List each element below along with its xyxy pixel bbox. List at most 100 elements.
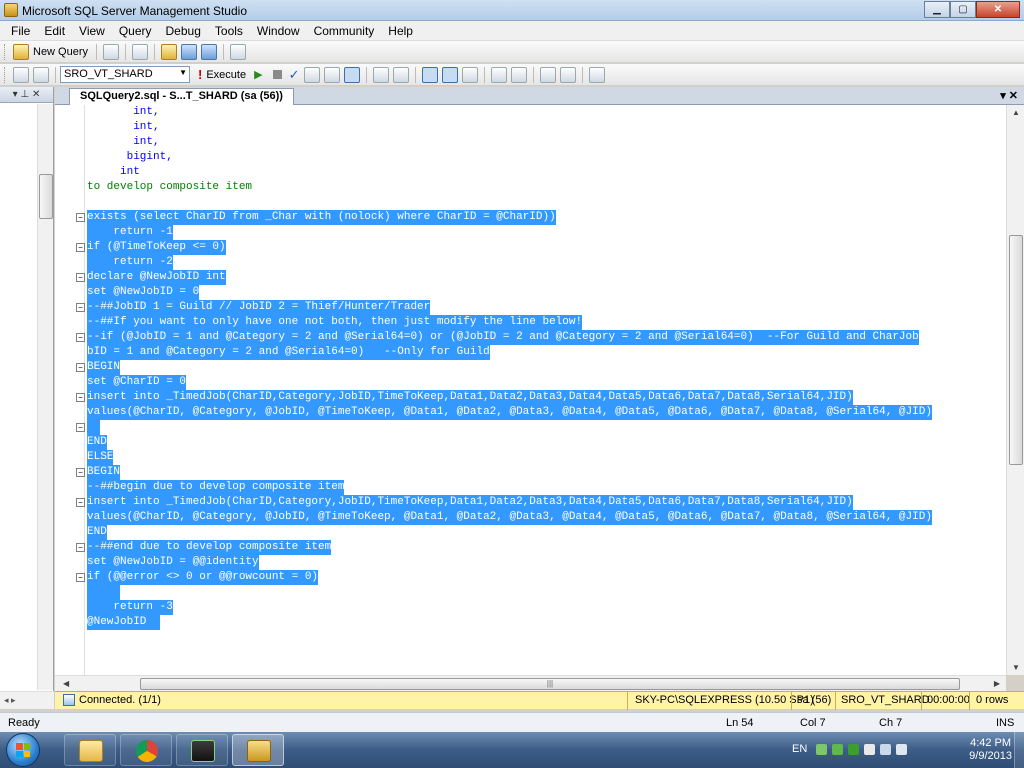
toolbar-separator xyxy=(96,43,98,60)
network-icon[interactable] xyxy=(880,744,891,755)
network-sharing-icon[interactable] xyxy=(816,744,827,755)
save-all-icon[interactable] xyxy=(201,43,218,60)
code-line: --if (@JobID = 1 and @Category = 2 and @… xyxy=(87,330,919,345)
client-statistics-icon[interactable] xyxy=(393,66,410,83)
taskbar-monitor[interactable] xyxy=(176,734,228,766)
collapse-region-icon[interactable]: − xyxy=(76,543,85,552)
taskbar-ssms[interactable] xyxy=(232,734,284,766)
standard-toolbar: New Query xyxy=(0,41,1024,63)
minimize-button[interactable]: ▁ xyxy=(924,1,950,18)
scroll-right-icon[interactable]: ▶ xyxy=(994,679,1000,688)
specify-template-values-icon[interactable] xyxy=(589,66,606,83)
decrease-indent-icon[interactable] xyxy=(540,66,557,83)
menu-debug[interactable]: Debug xyxy=(159,24,208,38)
comment-out-icon[interactable] xyxy=(491,66,508,83)
collapse-region-icon[interactable]: − xyxy=(76,363,85,372)
toolbar-separator xyxy=(154,43,156,60)
tab-sqlquery2[interactable]: SQLQuery2.sql - S...T_SHARD (sa (56)) xyxy=(69,88,294,105)
collapse-region-icon[interactable]: − xyxy=(76,573,85,582)
menu-file[interactable]: File xyxy=(4,24,37,38)
editor-vertical-scrollbar[interactable]: ▲ ▼ xyxy=(1006,105,1024,675)
uncomment-icon[interactable] xyxy=(511,66,528,83)
taskbar-chrome[interactable] xyxy=(120,734,172,766)
tray-app-icon[interactable] xyxy=(848,744,859,755)
code-line: --##If you want to only have one not bot… xyxy=(87,315,583,330)
scroll-down-icon[interactable]: ▼ xyxy=(1012,663,1020,672)
scrollbar-thumb[interactable]: ||| xyxy=(140,678,960,690)
connect-icon[interactable] xyxy=(13,66,29,83)
menu-community[interactable]: Community xyxy=(307,24,382,38)
collapse-region-icon[interactable]: − xyxy=(76,303,85,312)
scrollbar-thumb[interactable] xyxy=(1009,235,1023,465)
close-button[interactable]: ✕ xyxy=(976,1,1020,18)
collapse-region-icon[interactable]: − xyxy=(76,333,85,342)
results-to-file-icon[interactable] xyxy=(462,66,479,83)
toolbar-grip[interactable] xyxy=(4,43,7,60)
code-line: --##JobID 1 = Guild // JobID 2 = Thief/H… xyxy=(87,300,431,315)
execute-icon[interactable]: ! xyxy=(198,67,202,82)
start-button[interactable] xyxy=(6,733,40,767)
collapse-region-icon[interactable]: − xyxy=(76,498,85,507)
collapse-region-icon[interactable]: − xyxy=(76,243,85,252)
menu-edit[interactable]: Edit xyxy=(37,24,72,38)
activity-monitor-icon[interactable] xyxy=(230,43,247,60)
collapse-region-icon[interactable]: − xyxy=(76,273,85,282)
object-explorer-horizontal-scrollbar[interactable]: ◂ ▸ xyxy=(0,691,54,709)
scroll-left-icon[interactable]: ◀ xyxy=(63,679,69,688)
action-center-flag-icon[interactable] xyxy=(864,744,875,755)
code-line: insert into _TimedJob(CharID,Category,Jo… xyxy=(87,495,853,510)
database-engine-query-icon[interactable] xyxy=(103,43,120,60)
language-indicator[interactable]: EN xyxy=(792,743,807,755)
parse-check-icon[interactable]: ✓ xyxy=(289,67,300,83)
code-line: return -3 xyxy=(87,600,173,615)
new-query-button[interactable]: New Query xyxy=(33,46,88,58)
outline-gutter xyxy=(84,105,85,675)
toolbar-separator xyxy=(582,66,584,83)
collapse-region-icon[interactable]: − xyxy=(76,213,85,222)
menu-view[interactable]: View xyxy=(72,24,112,38)
include-actual-plan-icon[interactable] xyxy=(373,66,390,83)
results-to-grid-icon[interactable] xyxy=(344,66,361,83)
collapse-region-icon[interactable]: − xyxy=(76,468,85,477)
open-folder-icon[interactable] xyxy=(161,43,178,60)
editor-horizontal-scrollbar[interactable]: ◀ ||| ▶ xyxy=(55,675,1006,691)
toolbar-grip[interactable] xyxy=(4,66,7,83)
maximize-button[interactable]: ▢ xyxy=(950,1,976,18)
database-select[interactable]: SRO_VT_SHARD ▼ xyxy=(60,66,190,83)
object-explorer-header[interactable]: ▾ ⊥ ✕ xyxy=(0,87,53,103)
collapse-region-icon[interactable]: − xyxy=(76,423,85,432)
menu-window[interactable]: Window xyxy=(250,24,307,38)
collapse-region-icon[interactable]: − xyxy=(76,393,85,402)
debug-play-icon[interactable]: ▶ xyxy=(254,68,262,81)
tab-controls[interactable]: ▾ ✕ xyxy=(1000,89,1018,102)
results-to-text-icon[interactable] xyxy=(422,66,439,83)
increase-indent-icon[interactable] xyxy=(560,66,577,83)
menu-help[interactable]: Help xyxy=(381,24,420,38)
save-icon[interactable] xyxy=(181,43,198,60)
display-estimated-plan-icon[interactable] xyxy=(304,66,321,83)
scroll-up-icon[interactable]: ▲ xyxy=(1012,108,1020,117)
connection-status: Connected. (1/1) xyxy=(63,694,161,706)
new-query-icon[interactable] xyxy=(13,43,29,60)
windows-logo-icon xyxy=(16,743,30,757)
volume-icon[interactable] xyxy=(896,744,907,755)
toolbar-separator xyxy=(484,66,486,83)
cancel-query-icon[interactable] xyxy=(272,70,282,79)
query-designer-icon[interactable] xyxy=(324,66,341,83)
execute-button[interactable]: Execute xyxy=(206,69,246,81)
new-file-icon[interactable] xyxy=(132,43,149,60)
object-explorer-vertical-scrollbar[interactable] xyxy=(37,104,53,690)
change-connection-icon[interactable] xyxy=(33,66,49,83)
tray-app-icon[interactable] xyxy=(832,744,843,755)
query-editor[interactable]: int, int, int, bigint, int to develop com… xyxy=(55,105,1006,675)
taskbar-explorer[interactable] xyxy=(64,734,116,766)
code-line: insert into _TimedJob(CharID,Category,Jo… xyxy=(87,390,853,405)
menu-tools[interactable]: Tools xyxy=(208,24,250,38)
menu-query[interactable]: Query xyxy=(112,24,159,38)
results-to-grid-pressed-icon[interactable] xyxy=(442,66,459,83)
taskbar-clock[interactable]: 4:42 PM 9/9/2013 xyxy=(969,737,1012,763)
code-line: @NewJobID xyxy=(87,615,160,630)
code-line: BEGIN xyxy=(87,360,121,375)
show-desktop-button[interactable] xyxy=(1014,732,1024,768)
scrollbar-thumb[interactable] xyxy=(39,174,53,219)
